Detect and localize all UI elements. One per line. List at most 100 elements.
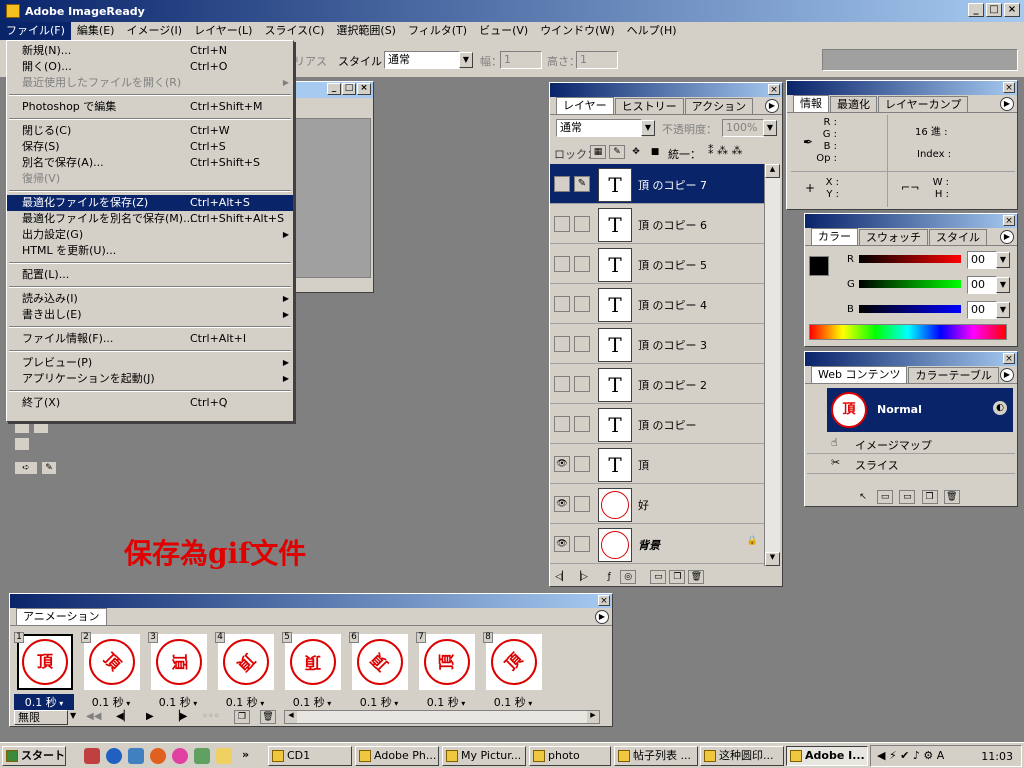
chevron-down-icon[interactable]: ▼	[996, 277, 1010, 293]
layers-scrollbar[interactable]: ▲ ▼	[764, 164, 780, 566]
file-menu-item[interactable]: 保存(S) Ctrl+S	[7, 139, 293, 155]
eye-icon[interactable]	[554, 336, 570, 352]
chevron-down-icon[interactable]: ▼	[996, 252, 1010, 268]
pen-icon[interactable]	[194, 748, 210, 764]
chevron-down-icon[interactable]: ▼	[459, 52, 473, 68]
select-icon[interactable]: ↖	[855, 491, 871, 505]
quicklaunch-icon[interactable]	[84, 748, 100, 764]
start-button[interactable]: スタート	[2, 746, 66, 766]
r-slider[interactable]	[859, 255, 961, 263]
first-frame-icon[interactable]: ◀◀	[86, 711, 101, 722]
frame-delay[interactable]: 0.1 秒 ▾	[349, 694, 409, 710]
height-field[interactable]: 1	[576, 51, 618, 69]
eye-icon[interactable]: 👁	[554, 456, 570, 472]
file-menu-item[interactable]: 閉じる(C) Ctrl+W	[7, 123, 293, 139]
file-menu-item[interactable]: ファイル情報(F)... Ctrl+Alt+I	[7, 331, 293, 347]
new-slice-icon[interactable]: ▭	[877, 490, 894, 504]
folder-icon[interactable]	[216, 748, 232, 764]
eye-icon[interactable]: 👁	[554, 496, 570, 512]
tab-1[interactable]: スウォッチ	[859, 229, 928, 245]
menu-item-9[interactable]: ヘルプ(H)	[621, 22, 683, 40]
palette-well[interactable]	[822, 49, 1018, 71]
eye-icon[interactable]: 👁	[554, 536, 570, 552]
chevron-down-icon[interactable]: ▼	[70, 711, 76, 720]
taskbar-button[interactable]: Adobe I...	[786, 746, 868, 766]
link-icon[interactable]	[574, 216, 590, 232]
lock-all-icon[interactable]: ■	[647, 146, 663, 160]
link-icon[interactable]	[574, 376, 590, 392]
chevron-down-icon[interactable]: ▼	[763, 120, 777, 136]
layer-row[interactable]: 👁 T 頂	[550, 444, 764, 484]
eye-icon[interactable]	[554, 296, 570, 312]
loop-select[interactable]: 無限	[14, 710, 68, 725]
eye-icon[interactable]	[554, 216, 570, 232]
scroll-left-icon[interactable]: ◀	[285, 711, 297, 723]
taskbar-button[interactable]: 这种圆印...	[700, 746, 784, 766]
layer-style-icon[interactable]: ƒ	[601, 571, 618, 585]
tween-icon[interactable]: ◦◦◦	[202, 711, 220, 722]
close-icon[interactable]: ×	[1003, 215, 1015, 226]
file-menu-item[interactable]: 終了(X) Ctrl+Q	[7, 395, 293, 411]
layer-row[interactable]: 👁 好	[550, 484, 764, 524]
file-menu-item[interactable]: 出力設定(G) ▶	[7, 227, 293, 243]
width-field[interactable]: 1	[500, 51, 542, 69]
panel-menu-icon[interactable]: ▶	[1000, 230, 1014, 244]
trash-icon[interactable]: 🗑	[260, 710, 276, 724]
panel-menu-icon[interactable]: ▶	[595, 610, 609, 624]
new-set-icon[interactable]: ▭	[650, 570, 667, 584]
blend-mode-select[interactable]: 通常	[556, 119, 642, 137]
doc-maximize-button[interactable]: □	[342, 83, 356, 95]
menu-item-2[interactable]: イメージ(I)	[120, 22, 188, 40]
file-menu-item[interactable]: 書き出し(E) ▶	[7, 307, 293, 323]
play-icon[interactable]: ▶	[146, 711, 154, 722]
normal-state-row[interactable]: 頂 Normal ◐	[827, 388, 1013, 432]
tab-1[interactable]: カラーテーブル	[908, 367, 999, 383]
opacity-field[interactable]: 100%	[722, 119, 764, 137]
chevron-down-icon[interactable]: ▼	[996, 302, 1010, 318]
b-value-field[interactable]: 00	[967, 301, 997, 319]
close-icon[interactable]: ×	[768, 84, 780, 95]
lock-paint-icon[interactable]: ✎	[609, 145, 625, 159]
file-menu-item[interactable]: 最適化ファイルを保存(Z) Ctrl+Alt+S	[7, 195, 293, 211]
panel-menu-icon[interactable]: ▶	[765, 99, 779, 113]
rollover-icon[interactable]: ◐	[993, 401, 1007, 415]
tab-2[interactable]: レイヤーカンプ	[878, 96, 969, 112]
new-layer-icon[interactable]: ❐	[669, 570, 686, 584]
tab-0[interactable]: 情報	[793, 95, 829, 112]
tab-1[interactable]: ヒストリー	[614, 98, 684, 114]
lock-transparency-icon[interactable]: ▦	[590, 145, 606, 159]
layer-row[interactable]: T 頂 のコピー 5	[550, 244, 764, 284]
trash-icon[interactable]: 🗑	[943, 490, 960, 504]
slice-row[interactable]: ✂ スライス	[807, 454, 1015, 474]
file-menu-item[interactable]: 復帰(V)	[7, 171, 293, 187]
unify-icons[interactable]: ⁑ ⁂ ⁂	[708, 144, 743, 157]
document-canvas[interactable]	[295, 118, 371, 278]
link-icon[interactable]	[574, 496, 590, 512]
eye-icon[interactable]	[554, 256, 570, 272]
frame-delay[interactable]: 0.1 秒 ▾	[14, 694, 74, 710]
minimize-button[interactable]: _	[968, 3, 984, 17]
taskbar-button[interactable]: My Pictur...	[442, 746, 526, 766]
link-icon[interactable]	[574, 456, 590, 472]
prev-frame-icon[interactable]: ◀▏	[116, 711, 131, 722]
layer-row[interactable]: 👁 背景 🔒	[550, 524, 764, 564]
layer-row[interactable]: T 頂 のコピー	[550, 404, 764, 444]
trash-icon[interactable]: 🗑	[688, 570, 705, 584]
taskbar-button[interactable]: Adobe Ph...	[355, 746, 439, 766]
doc-minimize-button[interactable]: _	[327, 83, 341, 95]
menu-item-0[interactable]: ファイル(F)	[0, 22, 71, 40]
animation-frame[interactable]: 頂 8 0.1 秒 ▾	[481, 629, 547, 710]
frame-delay[interactable]: 0.1 秒 ▾	[483, 694, 543, 710]
frame-delay[interactable]: 0.1 秒 ▾	[416, 694, 476, 710]
close-button[interactable]: ×	[1004, 3, 1020, 17]
animation-frame[interactable]: 頂 4 0.1 秒 ▾	[213, 629, 279, 710]
link-icon[interactable]	[574, 336, 590, 352]
style-select[interactable]: 通常	[384, 51, 460, 69]
eye-icon[interactable]	[554, 376, 570, 392]
layer-row[interactable]: T 頂 のコピー 4	[550, 284, 764, 324]
b-slider[interactable]	[859, 305, 961, 313]
layer-row[interactable]: T 頂 のコピー 2	[550, 364, 764, 404]
menu-item-8[interactable]: ウインドウ(W)	[534, 22, 620, 40]
g-value-field[interactable]: 00	[967, 276, 997, 294]
eye-icon[interactable]	[554, 176, 570, 192]
